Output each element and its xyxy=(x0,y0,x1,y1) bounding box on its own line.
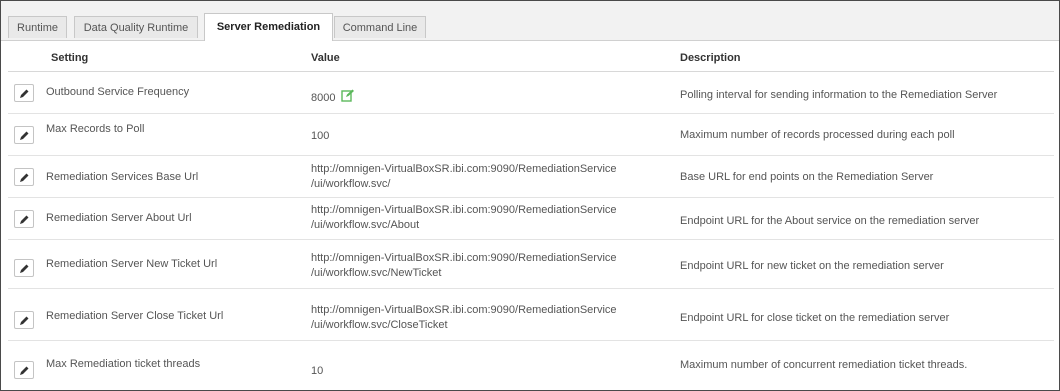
tab-server-remediation[interactable]: Server Remediation xyxy=(204,13,333,41)
setting-name: Max Remediation ticket threads xyxy=(46,358,201,370)
setting-description: Base URL for end points on the Remediati… xyxy=(680,171,934,183)
setting-description: Endpoint URL for close ticket on the rem… xyxy=(680,312,950,324)
pencil-icon xyxy=(20,131,29,140)
row-edit-button[interactable] xyxy=(14,168,34,186)
row-edit-button[interactable] xyxy=(14,311,34,329)
tab-bar: Runtime Data Quality Runtime Server Reme… xyxy=(1,1,1059,41)
setting-value: 100 xyxy=(311,130,330,142)
setting-name: Max Records to Poll xyxy=(46,123,145,135)
table-header: Setting Value Description xyxy=(8,47,1054,72)
row-edit-button[interactable] xyxy=(14,259,34,277)
setting-value-line: /ui/workflow.svc/ xyxy=(311,178,391,190)
setting-value: http://omnigen-VirtualBoxSR.ibi.com:9090… xyxy=(311,162,651,192)
setting-description: Maximum number of concurrent remediation… xyxy=(680,359,968,371)
column-header-setting[interactable]: Setting xyxy=(51,52,88,64)
setting-value-line: http://omnigen-VirtualBoxSR.ibi.com:9090… xyxy=(311,204,617,216)
pencil-icon xyxy=(20,89,29,98)
table-row: Outbound Service Frequency 8000 Polling … xyxy=(8,72,1054,114)
table-row: Max Records to Poll 100 Maximum number o… xyxy=(8,114,1054,156)
setting-value-line: /ui/workflow.svc/CloseTicket xyxy=(311,319,448,331)
setting-name: Remediation Server New Ticket Url xyxy=(46,258,218,270)
column-header-description[interactable]: Description xyxy=(680,52,741,64)
setting-value-line: /ui/workflow.svc/About xyxy=(311,219,420,231)
settings-panel: Runtime Data Quality Runtime Server Reme… xyxy=(0,0,1060,391)
setting-value-line: /ui/workflow.svc/NewTicket xyxy=(311,267,442,279)
table-row: Remediation Server New Ticket Url http:/… xyxy=(8,247,1054,289)
pencil-icon xyxy=(20,173,29,182)
setting-description: Endpoint URL for new ticket on the remed… xyxy=(680,260,944,272)
setting-value: http://omnigen-VirtualBoxSR.ibi.com:9090… xyxy=(311,203,651,233)
column-header-value[interactable]: Value xyxy=(311,52,340,64)
setting-value-text: 8000 xyxy=(311,91,336,104)
setting-value: 8000 xyxy=(311,89,651,107)
row-edit-button[interactable] xyxy=(14,361,34,379)
row-edit-button[interactable] xyxy=(14,126,34,144)
setting-name: Remediation Server Close Ticket Url xyxy=(46,310,224,322)
setting-value: http://omnigen-VirtualBoxSR.ibi.com:9090… xyxy=(311,251,651,281)
setting-value: 10 xyxy=(311,365,324,377)
pencil-icon xyxy=(20,215,29,224)
table-row: Max Remediation ticket threads 10 Maximu… xyxy=(8,349,1054,389)
pencil-icon xyxy=(20,366,29,375)
setting-value-line: http://omnigen-VirtualBoxSR.ibi.com:9090… xyxy=(311,163,617,175)
table-row: Remediation Server Close Ticket Url http… xyxy=(8,299,1054,341)
setting-value-line: http://omnigen-VirtualBoxSR.ibi.com:9090… xyxy=(311,252,617,264)
setting-description: Endpoint URL for the About service on th… xyxy=(680,215,980,227)
setting-value-line: http://omnigen-VirtualBoxSR.ibi.com:9090… xyxy=(311,304,617,316)
setting-name: Outbound Service Frequency xyxy=(46,86,190,98)
setting-name: Remediation Services Base Url xyxy=(46,171,199,183)
tab-runtime[interactable]: Runtime xyxy=(8,16,67,38)
tab-data-quality-runtime[interactable]: Data Quality Runtime xyxy=(74,16,198,38)
table-row: Remediation Server About Url http://omni… xyxy=(8,198,1054,240)
setting-value: http://omnigen-VirtualBoxSR.ibi.com:9090… xyxy=(311,303,651,333)
table-row: Remediation Services Base Url http://omn… xyxy=(8,156,1054,198)
row-edit-button[interactable] xyxy=(14,84,34,102)
tab-command-line[interactable]: Command Line xyxy=(334,16,426,38)
row-edit-button[interactable] xyxy=(14,210,34,228)
setting-name: Remediation Server About Url xyxy=(46,212,192,224)
pencil-icon xyxy=(20,264,29,273)
pencil-icon xyxy=(20,316,29,325)
edit-note-icon[interactable] xyxy=(341,89,355,107)
setting-description: Maximum number of records processed duri… xyxy=(680,129,955,141)
setting-description: Polling interval for sending information… xyxy=(680,89,998,101)
